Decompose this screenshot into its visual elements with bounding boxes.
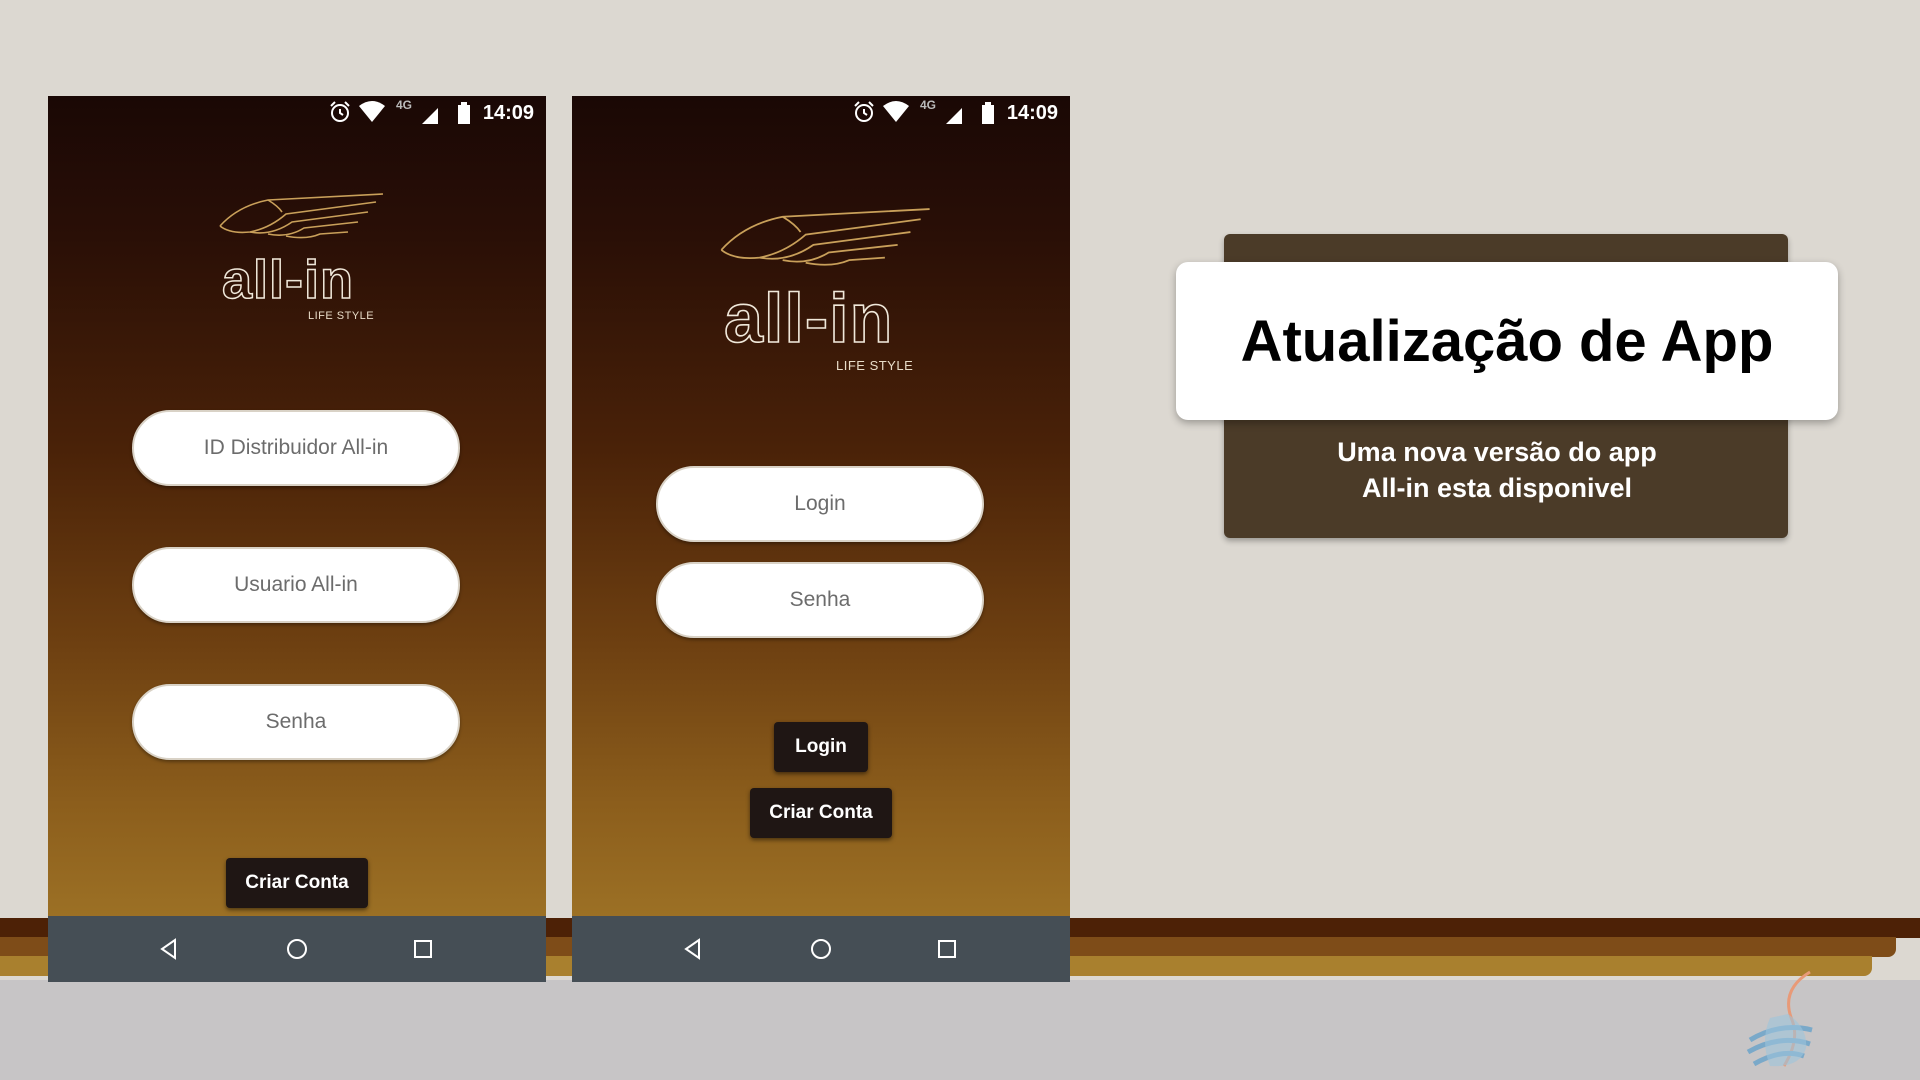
clock: 14:09 [482,102,534,124]
clock: 14:09 [1006,102,1058,124]
login-field[interactable]: Login [656,466,984,542]
home-icon[interactable] [806,934,836,964]
brand-logo: all-in [221,250,355,310]
battery-icon [982,102,994,124]
brand-wordmark: all-in [221,250,355,310]
username-field[interactable]: Usuario All-in [132,547,460,623]
status-bar: 4G 14:09 [48,96,546,130]
network-type-label: 4G [396,98,413,112]
back-icon[interactable] [154,934,184,964]
android-nav-bar [572,916,1070,982]
create-account-button[interactable]: Criar Conta [750,788,892,838]
update-card-title: Atualização de App [1240,308,1774,374]
password-field[interactable]: Senha [656,562,984,638]
recents-icon[interactable] [932,934,962,964]
signal-icon [422,108,438,124]
create-account-button[interactable]: Criar Conta [226,858,368,908]
distributor-id-field[interactable]: ID Distribuidor All-in [132,410,460,486]
wifi-icon [883,101,909,122]
recents-icon[interactable] [408,934,438,964]
phone-screen-login: 4G 14:09 all-in LIFE STYLE Login Senha L… [572,96,1070,982]
company-flame-logo-icon [1746,970,1813,1067]
update-card-subtitle-line1: Uma nova versão do app [1337,437,1657,467]
wing-logo-icon [720,208,930,266]
update-card-subtitle: Uma nova versão do app All-in esta dispo… [1224,434,1770,506]
android-nav-bar [48,916,546,982]
brand-tagline: LIFE STYLE [308,310,375,322]
battery-icon [458,102,470,124]
login-button[interactable]: Login [774,722,868,772]
wing-logo-icon [219,193,384,239]
brand-logo: all-in [723,279,894,357]
wifi-icon [359,101,385,122]
brand-tagline: LIFE STYLE [836,358,914,373]
slide-footer-band [0,980,1920,1080]
phone-screen-registration: 4G 14:09 all-in LIFE STYLE ID Distribuid… [48,96,546,982]
signal-icon [946,108,962,124]
password-field[interactable]: Senha [132,684,460,760]
brand-wordmark: all-in [723,279,894,357]
network-type-label: 4G [920,98,937,112]
update-card-title-box: Atualização de App [1176,262,1838,420]
update-card-subtitle-line2: All-in esta disponivel [1361,473,1633,503]
back-icon[interactable] [678,934,708,964]
home-icon[interactable] [282,934,312,964]
alarm-icon [330,101,350,122]
status-bar: 4G 14:09 [572,96,1070,130]
alarm-icon [854,101,874,122]
